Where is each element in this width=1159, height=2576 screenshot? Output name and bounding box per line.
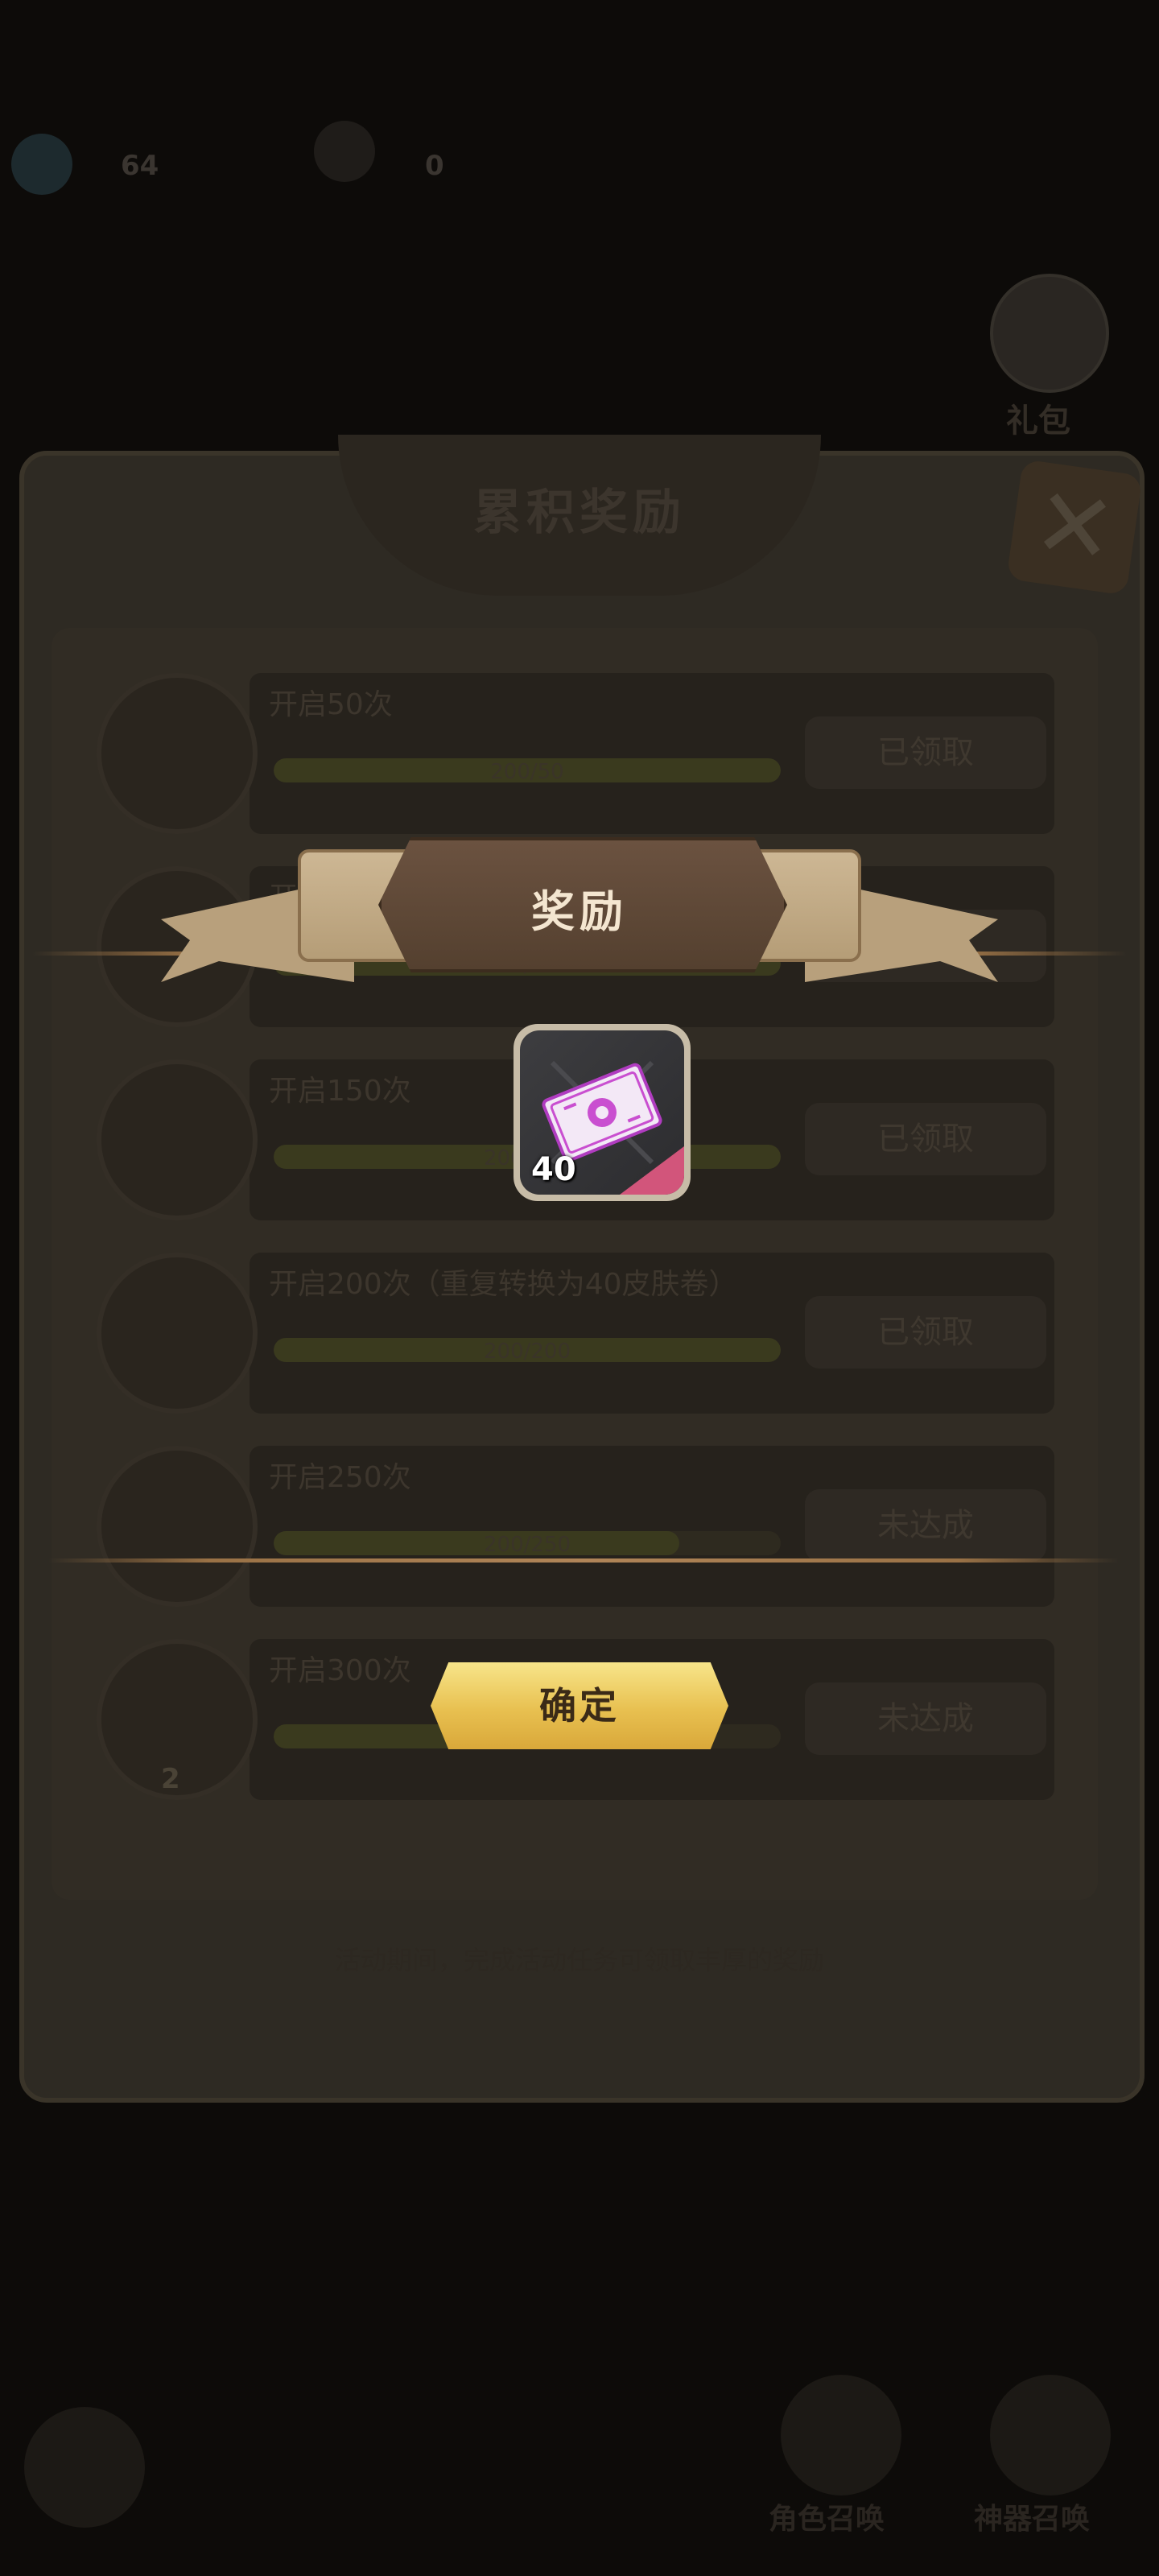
- confirm-button[interactable]: 确定: [431, 1662, 728, 1749]
- item-quantity: 40: [531, 1151, 576, 1188]
- status-button: 未达成: [805, 1489, 1046, 1562]
- panel-title: 累积奖励: [473, 485, 686, 541]
- reward-medal-icon: [97, 1059, 258, 1220]
- reward-item-card[interactable]: 40: [514, 1024, 691, 1201]
- reward-count: 2: [161, 1763, 180, 1795]
- row-label: 开启50次: [269, 688, 393, 721]
- character-summon-label: 角色召唤: [769, 2503, 885, 2536]
- footer-note: 活动期间，完成活动任务可领取丰厚的奖励: [334, 1945, 824, 1975]
- status-button: 未达成: [805, 1682, 1046, 1755]
- gem-icon: [11, 134, 72, 195]
- artifact-summon-button[interactable]: [990, 2375, 1111, 2496]
- progress-text: 200/200: [483, 1340, 571, 1364]
- row-label: 开启300次: [269, 1654, 411, 1687]
- resource-1-value: 64: [121, 150, 159, 182]
- progress-text: 200/50: [490, 760, 564, 784]
- character-avatar-icon: [97, 1253, 258, 1414]
- status-button[interactable]: 已领取: [805, 1296, 1046, 1368]
- row-label: 开启150次: [269, 1075, 411, 1108]
- row-label: 开启250次: [269, 1461, 411, 1494]
- character-summon-button[interactable]: [781, 2375, 901, 2496]
- artifact-summon-label: 神器召唤: [974, 2503, 1091, 2536]
- status-button[interactable]: 已领取: [805, 1103, 1046, 1175]
- popup-title: 奖励: [531, 886, 628, 937]
- row-label: 开启200次（重复转换为40皮肤卷）: [269, 1268, 738, 1301]
- popup-bottom-divider: [48, 1558, 1119, 1563]
- back-button[interactable]: [24, 2407, 145, 2528]
- coin-icon: [314, 121, 375, 182]
- progress-text: 200/250: [483, 1533, 571, 1557]
- reward-medal-icon: [97, 673, 258, 834]
- gift-pack-label: 礼包: [1006, 402, 1070, 440]
- resource-2-value: 0: [425, 150, 444, 182]
- gift-pack-button[interactable]: [990, 274, 1109, 393]
- status-button[interactable]: 已领取: [805, 716, 1046, 789]
- reward-medal-icon: [97, 1446, 258, 1607]
- close-button[interactable]: ✕: [1006, 459, 1143, 596]
